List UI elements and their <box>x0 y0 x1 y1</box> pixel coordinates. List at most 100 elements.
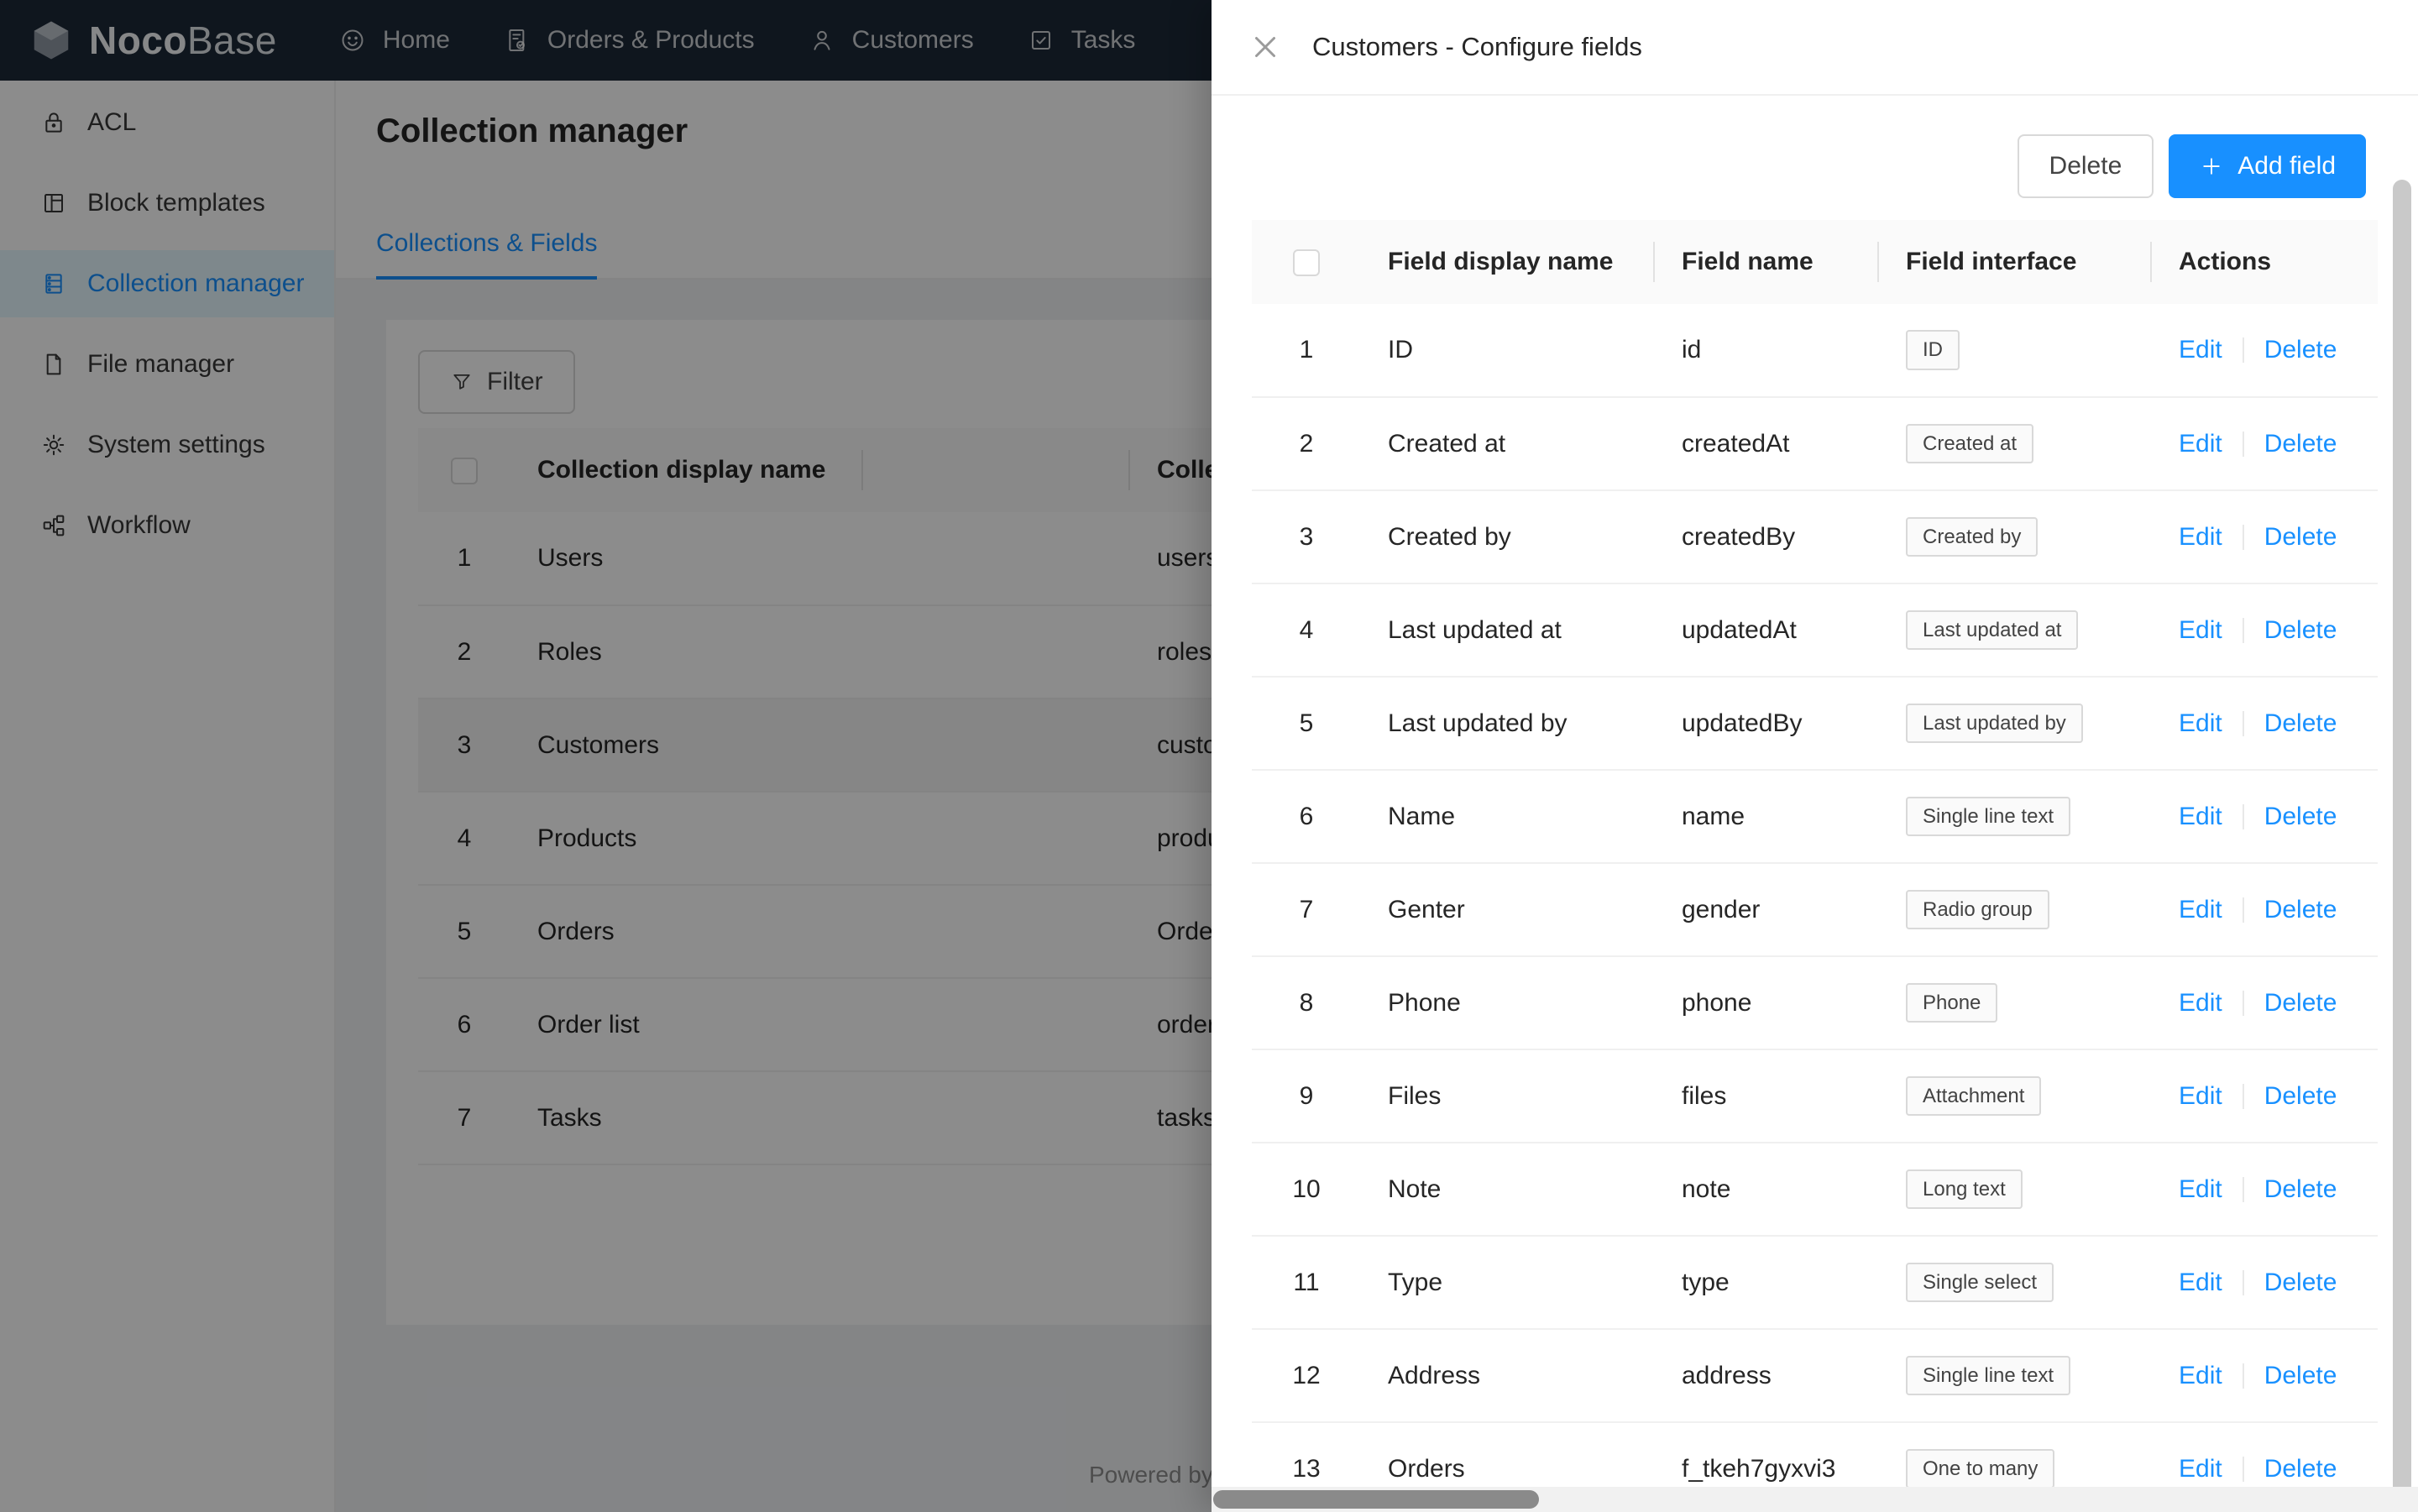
drawer-body: Delete Add field Field display name Fiel… <box>1212 96 2418 1487</box>
col-header-field-name: Field name <box>1655 220 1879 304</box>
field-display-name-cell: Address <box>1361 1329 1655 1422</box>
field-name-cell: phone <box>1655 956 1879 1049</box>
fields-table-row[interactable]: 7 Genter gender Radio group EditDelete <box>1252 863 2378 956</box>
edit-link[interactable]: Edit <box>2179 1362 2222 1389</box>
field-interface-tag: ID <box>1906 330 1960 370</box>
delete-link[interactable]: Delete <box>2264 616 2337 644</box>
delete-link[interactable]: Delete <box>2264 1269 2337 1296</box>
delete-link[interactable]: Delete <box>2264 1082 2337 1110</box>
action-divider <box>2243 1270 2244 1295</box>
field-name-cell: name <box>1655 770 1879 863</box>
fields-table-row[interactable]: 3 Created by createdBy Created by EditDe… <box>1252 490 2378 583</box>
fields-table-row[interactable]: 11 Type type Single select EditDelete <box>1252 1236 2378 1329</box>
field-interface-cell: Single select <box>1879 1236 2152 1329</box>
fields-table-row[interactable]: 2 Created at createdAt Created at EditDe… <box>1252 397 2378 490</box>
edit-link[interactable]: Edit <box>2179 616 2222 644</box>
field-name-cell: id <box>1655 304 1879 397</box>
vertical-scrollbar-thumb[interactable] <box>2393 180 2411 1487</box>
field-display-name-cell: Created by <box>1361 490 1655 583</box>
actions-cell: Edit Delete <box>2152 397 2378 490</box>
field-display-name-cell: Files <box>1361 1049 1655 1143</box>
field-interface-cell: Last updated at <box>1879 583 2152 677</box>
field-interface-tag: Attachment <box>1906 1076 2041 1117</box>
field-display-name-cell: Phone <box>1361 956 1655 1049</box>
actions-cell: Edit Delete <box>2152 956 2378 1049</box>
delete-link[interactable]: Delete <box>2264 709 2337 737</box>
add-field-button[interactable]: Add field <box>2169 134 2366 198</box>
delete-link[interactable]: Delete <box>2264 989 2337 1017</box>
actions-cell: Edit Delete <box>2152 304 2378 397</box>
field-interface-tag: Created by <box>1906 517 2038 557</box>
edit-link[interactable]: Edit <box>2179 709 2222 737</box>
select-all-fields-checkbox[interactable] <box>1293 249 1320 276</box>
horizontal-scrollbar-thumb[interactable] <box>1213 1490 1539 1509</box>
close-icon[interactable] <box>1250 32 1280 62</box>
edit-link[interactable]: Edit <box>2179 336 2222 364</box>
fields-table-row[interactable]: 10 Note note Long text EditDelete <box>1252 1143 2378 1236</box>
fields-table-row[interactable]: 1 ID id ID EditDelete <box>1252 304 2378 397</box>
row-index: 8 <box>1252 956 1361 1049</box>
field-display-name-cell: ID <box>1361 304 1655 397</box>
row-index: 4 <box>1252 583 1361 677</box>
action-divider <box>2243 1084 2244 1109</box>
delete-link[interactable]: Delete <box>2264 1362 2337 1389</box>
fields-table-row[interactable]: 8 Phone phone Phone EditDelete <box>1252 956 2378 1049</box>
delete-link[interactable]: Delete <box>2264 1175 2337 1203</box>
action-divider <box>2243 618 2244 643</box>
field-interface-cell: Long text <box>1879 1143 2152 1236</box>
field-interface-cell: Last updated by <box>1879 677 2152 770</box>
edit-link[interactable]: Edit <box>2179 1082 2222 1110</box>
field-interface-cell: Single line text <box>1879 1329 2152 1422</box>
edit-link[interactable]: Edit <box>2179 896 2222 923</box>
plus-icon <box>2199 154 2224 179</box>
delete-button[interactable]: Delete <box>2018 134 2154 198</box>
field-display-name-cell: Note <box>1361 1143 1655 1236</box>
horizontal-scrollbar-track[interactable] <box>1212 1487 2418 1512</box>
actions-cell: Edit Delete <box>2152 770 2378 863</box>
field-display-name-cell: Last updated by <box>1361 677 1655 770</box>
fields-table-row[interactable]: 9 Files files Attachment EditDelete <box>1252 1049 2378 1143</box>
fields-table: Field display name Field name Field inte… <box>1252 220 2378 1487</box>
action-divider <box>2243 804 2244 829</box>
edit-link[interactable]: Edit <box>2179 430 2222 458</box>
field-name-cell: f_tkeh7gyxvi3 <box>1655 1422 1879 1487</box>
delete-link[interactable]: Delete <box>2264 803 2337 830</box>
delete-link[interactable]: Delete <box>2264 1455 2337 1483</box>
edit-link[interactable]: Edit <box>2179 1175 2222 1203</box>
row-index: 12 <box>1252 1329 1361 1422</box>
field-interface-tag: Last updated at <box>1906 610 2078 651</box>
drawer-header: Customers - Configure fields <box>1212 0 2418 96</box>
field-display-name-cell: Orders <box>1361 1422 1655 1487</box>
action-divider <box>2243 525 2244 550</box>
field-interface-cell: Created at <box>1879 397 2152 490</box>
edit-link[interactable]: Edit <box>2179 1269 2222 1296</box>
field-display-name-cell: Genter <box>1361 863 1655 956</box>
field-display-name-cell: Created at <box>1361 397 1655 490</box>
field-interface-tag: Radio group <box>1906 890 2049 930</box>
field-interface-tag: Single line text <box>1906 797 2070 837</box>
fields-table-row[interactable]: 12 Address address Single line text Edit… <box>1252 1329 2378 1422</box>
field-interface-tag: Single select <box>1906 1263 2054 1303</box>
fields-table-row[interactable]: 6 Name name Single line text EditDelete <box>1252 770 2378 863</box>
edit-link[interactable]: Edit <box>2179 1455 2222 1483</box>
delete-link[interactable]: Delete <box>2264 336 2337 364</box>
fields-table-row[interactable]: 5 Last updated by updatedBy Last updated… <box>1252 677 2378 770</box>
fields-table-row[interactable]: 13 Orders f_tkeh7gyxvi3 One to many Edit… <box>1252 1422 2378 1487</box>
actions-cell: Edit Delete <box>2152 1422 2378 1487</box>
drawer-title: Customers - Configure fields <box>1312 32 1642 62</box>
field-interface-cell: Created by <box>1879 490 2152 583</box>
field-name-cell: updatedBy <box>1655 677 1879 770</box>
action-divider <box>2243 1457 2244 1482</box>
action-divider <box>2243 711 2244 736</box>
edit-link[interactable]: Edit <box>2179 989 2222 1017</box>
actions-cell: Edit Delete <box>2152 1236 2378 1329</box>
delete-link[interactable]: Delete <box>2264 523 2337 551</box>
delete-link[interactable]: Delete <box>2264 896 2337 923</box>
row-index: 3 <box>1252 490 1361 583</box>
edit-link[interactable]: Edit <box>2179 803 2222 830</box>
delete-link[interactable]: Delete <box>2264 430 2337 458</box>
action-divider <box>2243 337 2244 363</box>
action-divider <box>2243 897 2244 923</box>
fields-table-row[interactable]: 4 Last updated at updatedAt Last updated… <box>1252 583 2378 677</box>
edit-link[interactable]: Edit <box>2179 523 2222 551</box>
